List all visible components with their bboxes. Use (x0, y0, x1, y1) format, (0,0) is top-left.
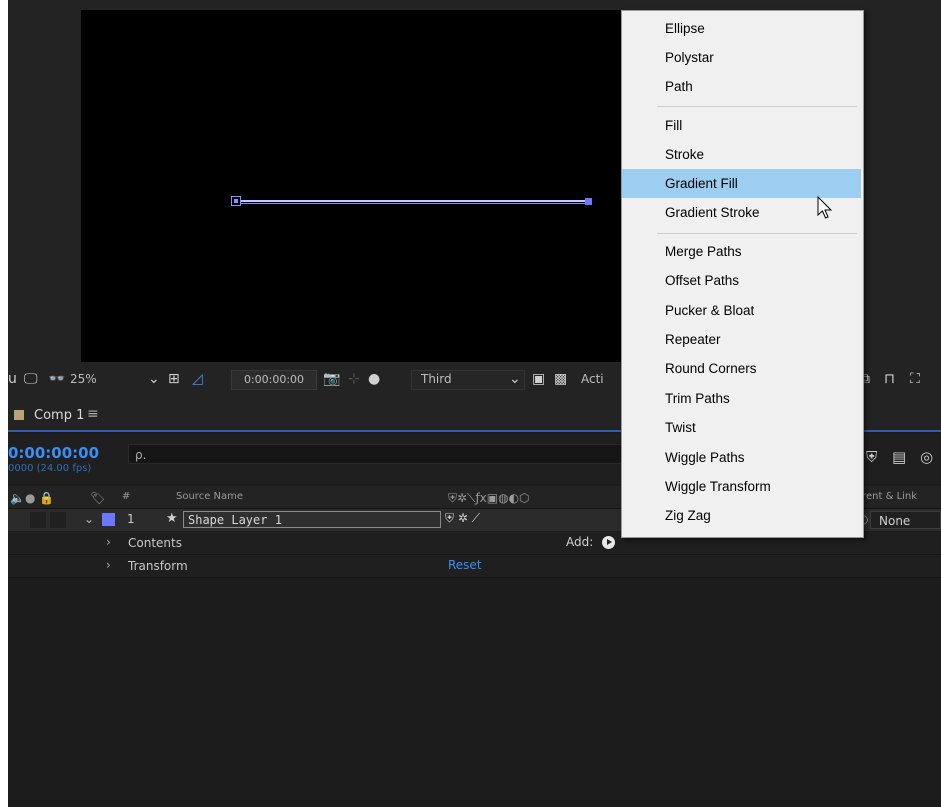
fast-preview-icon[interactable]: ▣ (532, 371, 545, 387)
property-label: Contents (128, 536, 182, 550)
timeline-timecode[interactable]: 0:00:00:00 (8, 444, 99, 462)
menu-item-twist[interactable]: Twist (622, 413, 861, 442)
add-label: Add: (566, 535, 594, 549)
menu-separator (657, 233, 857, 234)
chevron-right-icon[interactable]: › (106, 558, 111, 572)
menu-item-polystar[interactable]: Polystar (622, 43, 861, 72)
transparency-grid-icon[interactable]: ▩ (554, 371, 567, 387)
tab-menu-icon[interactable]: ≡ (87, 406, 99, 422)
menu-item-zig-zag[interactable]: Zig Zag (622, 501, 861, 530)
menu-item-fill[interactable]: Fill (622, 111, 861, 140)
mask-icon[interactable]: 👓 (48, 371, 65, 387)
view-dropdown[interactable]: Acti (581, 372, 604, 386)
property-row-transform[interactable]: › Transform Reset (8, 555, 941, 578)
parent-dropdown[interactable]: None (870, 511, 941, 529)
add-menu-button[interactable] (602, 536, 615, 549)
fit-icon[interactable]: ⊞ (168, 371, 180, 387)
layer-name-field[interactable]: Shape Layer 1 (183, 511, 441, 528)
audio-video-switch-icons: 🔈● 🔒 (10, 491, 55, 505)
menu-item-trim-paths[interactable]: Trim Paths (622, 384, 861, 413)
comp-color-swatch (14, 410, 24, 420)
video-switch[interactable] (30, 512, 46, 528)
anchor-point-handle[interactable] (231, 196, 241, 206)
layer-switches[interactable]: ⛨ ✲ ⟋ (445, 511, 480, 526)
flowchart-icon[interactable]: ⊓ (884, 371, 895, 387)
frame-blending-icon[interactable]: ▤ (892, 448, 906, 466)
column-hash: # (122, 491, 131, 502)
chevron-down-icon[interactable]: ⌄ (509, 371, 521, 387)
shape-star-icon: ★ (166, 511, 178, 526)
shape-path-line[interactable] (238, 200, 588, 202)
add-shape-menu: Ellipse Polystar Path Fill Stroke Gradie… (621, 10, 864, 538)
menu-item-pucker-bloat[interactable]: Pucker & Bloat (622, 296, 861, 325)
menu-item-ellipse[interactable]: Ellipse (622, 14, 861, 43)
property-label: Transform (128, 559, 188, 573)
menu-item-offset-paths[interactable]: Offset Paths (622, 266, 861, 295)
menu-item-wiggle-paths[interactable]: Wiggle Paths (622, 443, 861, 472)
partial-icon: u (8, 371, 17, 387)
region-icon[interactable]: ◿ (192, 371, 203, 387)
viewer-timecode[interactable]: 0:00:00:00 (231, 370, 317, 390)
comp-tab-name[interactable]: Comp 1 (34, 408, 84, 423)
menu-item-gradient-fill[interactable]: Gradient Fill (622, 169, 861, 198)
label-tag-icon: 🏷 (90, 491, 106, 505)
monitor-icon[interactable]: 🖵 (24, 371, 38, 387)
menu-item-path[interactable]: Path (622, 72, 861, 101)
menu-separator (657, 106, 857, 107)
camera-icon[interactable]: 📷 (323, 371, 340, 387)
menu-item-stroke[interactable]: Stroke (622, 140, 861, 169)
path-endpoint-handle[interactable] (585, 198, 592, 205)
fps-label: 0000 (24.00 fps) (8, 463, 92, 474)
column-source-name[interactable]: Source Name (176, 491, 243, 502)
menu-item-merge-paths[interactable]: Merge Paths (622, 237, 861, 266)
layer-switch-icons: ⛨✲⟍ƒx▣◍◐⬡ (448, 491, 530, 505)
menu-item-repeater[interactable]: Repeater (622, 325, 861, 354)
chevron-right-icon[interactable]: › (106, 535, 111, 549)
solo-switch[interactable] (50, 512, 66, 528)
layer-number: 1 (127, 512, 135, 526)
zoom-level[interactable]: 25% (70, 372, 97, 386)
menu-item-wiggle-transform[interactable]: Wiggle Transform (622, 472, 861, 501)
resolution-value: Third (421, 372, 452, 386)
chevron-down-icon[interactable]: ⌄ (84, 512, 94, 526)
share-icon[interactable]: ⛶ (910, 371, 920, 387)
mouse-cursor-icon (817, 196, 833, 219)
color-icon[interactable]: ⊹ (348, 371, 360, 387)
timeline-search-input[interactable]: ρ. (128, 444, 623, 464)
chevron-down-icon[interactable]: ⌄ (148, 371, 160, 387)
rgb-channel-icon[interactable]: ● (368, 371, 380, 387)
shy-layers-icon[interactable]: ⛨ (866, 448, 877, 466)
menu-item-round-corners[interactable]: Round Corners (622, 354, 861, 383)
column-parent-link: arent & Link (856, 491, 918, 502)
reset-link[interactable]: Reset (448, 558, 482, 572)
shape-path-line-shadow (238, 203, 588, 204)
motion-blur-icon[interactable]: ◎ (920, 448, 933, 466)
layer-label-color[interactable] (102, 513, 115, 526)
